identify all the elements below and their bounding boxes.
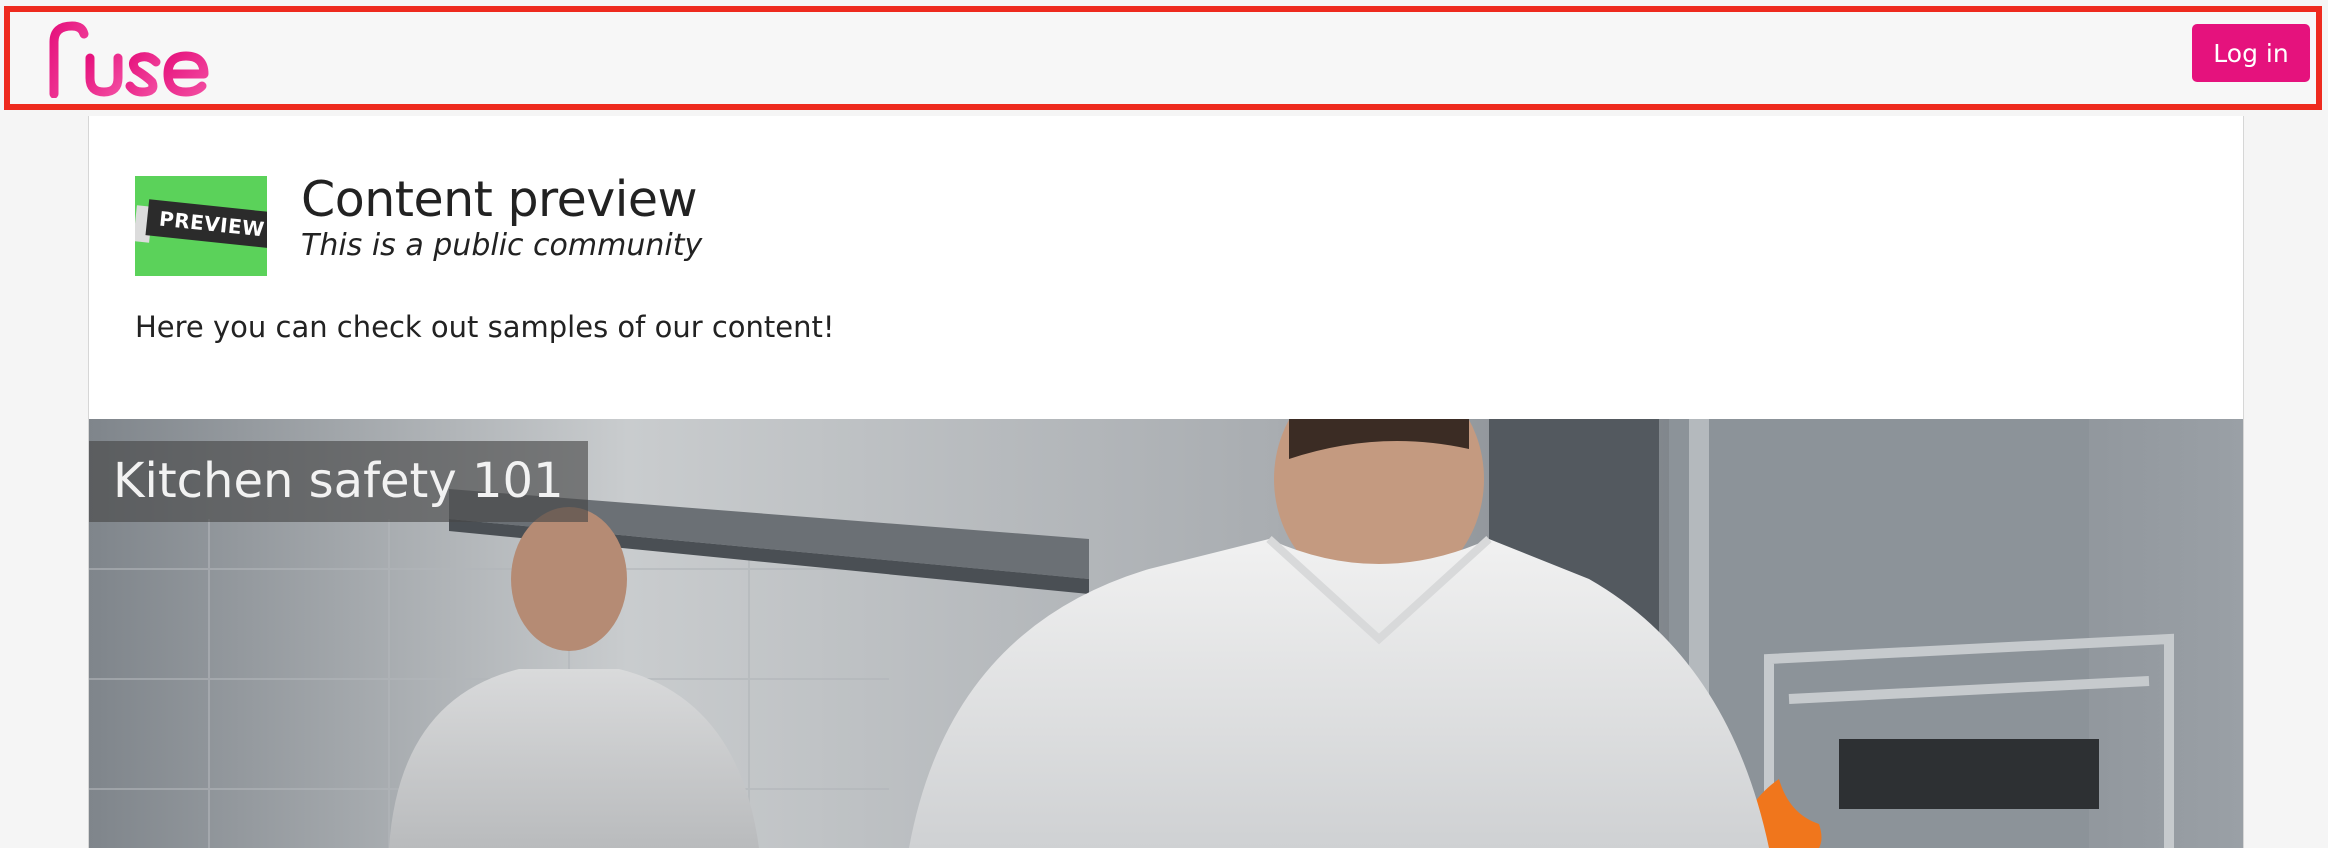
community-description: Here you can check out samples of our co… [135,310,835,344]
community-title: Content preview [301,171,698,228]
preview-tape: PREVIEW [145,199,267,249]
community-subtitle: This is a public community [301,228,703,263]
top-header: Log in [4,6,2322,110]
community-card: PREVIEW Content preview This is a public… [88,116,2244,848]
content-card[interactable]: Kitchen safety 101 [89,419,2243,848]
community-thumbnail: PREVIEW [135,176,267,276]
content-title[interactable]: Kitchen safety 101 [89,441,588,522]
login-button[interactable]: Log in [2192,24,2310,82]
fuse-logo[interactable] [44,18,214,98]
